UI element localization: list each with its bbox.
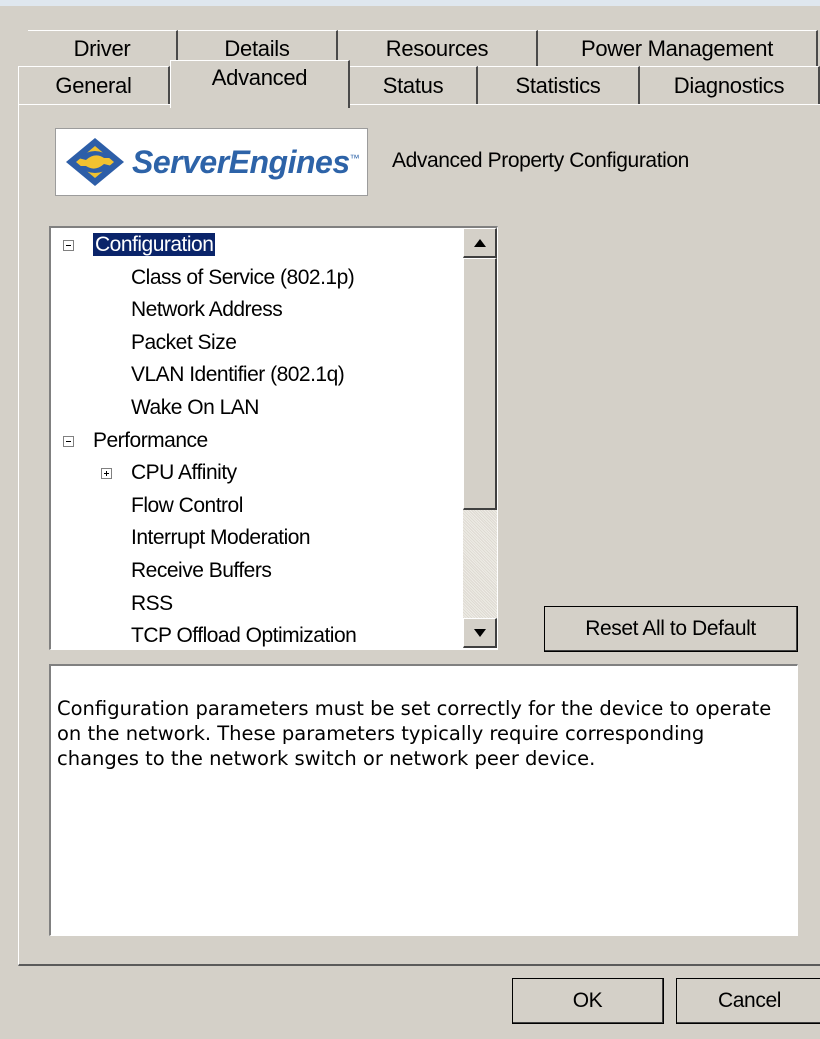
tree-scrollbar[interactable] — [463, 228, 497, 648]
page-title: Advanced Property Configuration — [392, 149, 689, 172]
serverengines-logo-icon — [66, 138, 124, 186]
tab-power-management[interactable]: Power Management — [538, 30, 818, 66]
tab-general[interactable]: General — [18, 66, 170, 104]
tree-item[interactable]: Configuration — [93, 231, 216, 259]
scroll-thumb[interactable] — [463, 258, 497, 510]
tree-item-label: Wake On LAN — [131, 396, 259, 419]
tree-item-label: Interrupt Moderation — [131, 526, 311, 550]
tab-driver[interactable]: Driver — [28, 30, 178, 66]
tab-resources[interactable]: Resources — [338, 30, 538, 66]
tree-item-label: RSS — [131, 591, 173, 615]
tab-advanced[interactable]: Advanced — [170, 60, 350, 108]
window-top-edge — [0, 0, 820, 6]
tree-item-label: VLAN Identifier (802.1q) — [131, 363, 345, 387]
tree-item[interactable]: Packet Size — [131, 329, 237, 357]
serverengines-logo: ServerEngines™ — [55, 128, 368, 196]
tree-item-label: TCP Offload Optimization — [131, 624, 357, 648]
scroll-down-button[interactable] — [463, 618, 497, 648]
collapse-icon[interactable] — [63, 435, 74, 447]
scroll-up-button[interactable] — [463, 228, 497, 258]
scroll-down-arrow-icon — [473, 628, 486, 637]
tree-item[interactable]: VLAN Identifier (802.1q) — [131, 361, 345, 389]
tree-item[interactable]: Class of Service (802.1p) — [131, 264, 355, 292]
tree-item[interactable]: Interrupt Moderation — [131, 524, 311, 552]
tree-item[interactable]: Flow Control — [131, 492, 243, 520]
property-tree[interactable]: Configuration Class of Service (802.1p) Ne… — [49, 226, 498, 650]
tree-item[interactable]: Wake On LAN — [131, 394, 259, 422]
tree-item-label: Performance — [93, 428, 208, 452]
tree-item[interactable]: TCP Offload Optimization — [131, 622, 357, 649]
tab-status[interactable]: Status — [350, 66, 478, 104]
collapse-icon[interactable] — [63, 240, 74, 251]
tree-item-label: Packet Size — [131, 330, 237, 354]
tree-item-label: Flow Control — [131, 493, 243, 517]
tree-item[interactable]: CPU Affinity — [131, 459, 237, 487]
tree-item-label: Network Address — [131, 298, 283, 322]
logo-text: ServerEngines™ — [132, 143, 360, 180]
reset-all-to-default-button[interactable]: Reset All to Default — [544, 606, 798, 652]
tree-item[interactable]: Network Address — [131, 296, 283, 324]
tree-item[interactable]: RSS — [131, 590, 173, 618]
tree-item-label: Configuration — [93, 233, 216, 256]
scroll-up-arrow-icon — [473, 238, 486, 247]
description-box: Configuration parameters must be set cor… — [49, 664, 798, 936]
tree-item-label: Class of Service (802.1p) — [131, 265, 355, 289]
expand-icon[interactable] — [101, 468, 112, 480]
tab-diagnostics[interactable]: Diagnostics — [640, 66, 820, 104]
tree-item[interactable]: Performance — [93, 427, 208, 455]
tree-items: Configuration Class of Service (802.1p) Ne… — [51, 228, 463, 649]
tab-statistics[interactable]: Statistics — [478, 66, 640, 104]
tree-item[interactable]: Receive Buffers — [131, 557, 272, 585]
ok-button[interactable]: OK — [512, 978, 664, 1024]
cancel-button[interactable]: Cancel — [676, 978, 820, 1024]
tree-item-label: Receive Buffers — [131, 559, 272, 582]
tree-item-label: CPU Affinity — [131, 461, 237, 485]
